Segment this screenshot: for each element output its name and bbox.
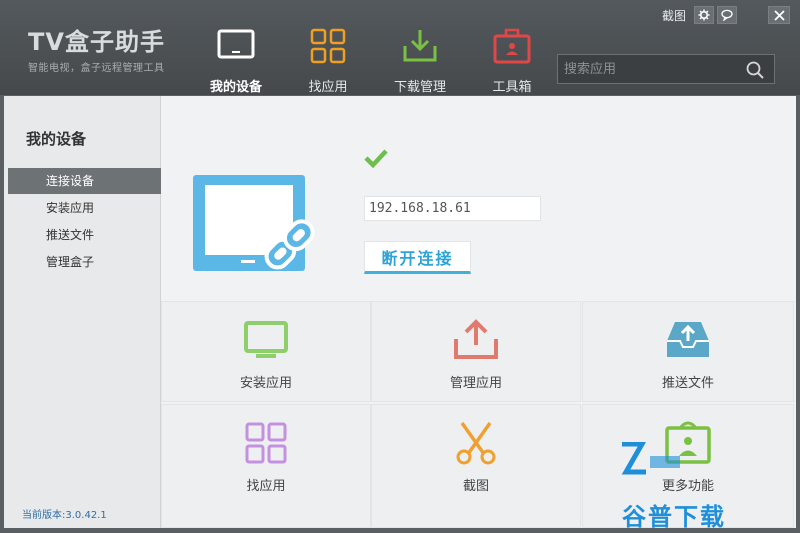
gear-icon[interactable] bbox=[694, 6, 714, 24]
window-controls: 截图 bbox=[662, 5, 800, 25]
tile-label: 找应用 bbox=[246, 479, 286, 494]
nav-label: 找应用 bbox=[308, 80, 348, 95]
app-logo: TV盒子助手 智能电视，盒子远程管理工具 bbox=[28, 22, 165, 74]
grid-icon bbox=[308, 26, 348, 66]
speech-bubble-icon[interactable] bbox=[717, 6, 737, 24]
nav-my-devices[interactable]: 我的设备 bbox=[190, 0, 282, 95]
sidebar-item-connect-device[interactable]: 连接设备 bbox=[8, 168, 161, 194]
tile-label: 推送文件 bbox=[661, 376, 714, 391]
inbox-upload-icon bbox=[663, 316, 713, 364]
disconnect-button[interactable]: 断开连接 bbox=[364, 241, 471, 274]
sidebar-title: 我的设备 bbox=[26, 130, 87, 148]
nav-toolbox[interactable]: 工具箱 bbox=[466, 0, 558, 95]
upload-icon bbox=[451, 316, 501, 364]
sidebar-item-manage-box[interactable]: 管理盒子 bbox=[8, 249, 161, 275]
tile-screenshot[interactable]: 截图 bbox=[371, 404, 581, 528]
nav-label: 我的设备 bbox=[209, 80, 262, 95]
close-icon[interactable] bbox=[768, 6, 790, 24]
toolbox-icon bbox=[492, 26, 532, 66]
search-input[interactable] bbox=[558, 55, 738, 83]
nav-label: 下载管理 bbox=[393, 80, 446, 95]
tile-install-app[interactable]: 安装应用 bbox=[161, 301, 371, 402]
tile-label: 截图 bbox=[462, 479, 489, 494]
watermark-text: 谷普下载 bbox=[622, 503, 726, 531]
version-label: 当前版本:3.0.42.1 bbox=[22, 510, 107, 521]
check-icon bbox=[364, 148, 388, 172]
sidebar-item-push-file[interactable]: 推送文件 bbox=[8, 222, 161, 248]
tile-push-file[interactable]: 推送文件 bbox=[582, 301, 794, 402]
screenshot-link[interactable]: 截图 bbox=[662, 7, 686, 24]
logo-title: TV盒子助手 bbox=[28, 28, 165, 56]
tile-label: 管理应用 bbox=[449, 376, 502, 391]
nav-find-apps[interactable]: 找应用 bbox=[282, 0, 374, 95]
sidebar-item-install-app[interactable]: 安装应用 bbox=[8, 195, 161, 221]
sidebar: 我的设备 连接设备 安装应用 推送文件 管理盒子 当前版本:3.0.42.1 bbox=[4, 96, 161, 528]
download-icon bbox=[400, 26, 440, 66]
watermark-logo bbox=[612, 441, 682, 498]
nav-label: 工具箱 bbox=[492, 80, 532, 95]
monitor-icon bbox=[216, 26, 256, 66]
ip-address-field: 192.168.18.61 bbox=[364, 196, 541, 221]
top-nav: 我的设备 找应用 下载管理 工具箱 bbox=[190, 0, 558, 95]
main-panel: 192.168.18.61 断开连接 安装应用 管理应用 推送文件 找应用 截图… bbox=[161, 96, 796, 528]
search-icon[interactable] bbox=[746, 61, 764, 83]
connected-device-icon bbox=[191, 171, 326, 283]
tile-find-apps[interactable]: 找应用 bbox=[161, 404, 371, 528]
logo-subtitle: 智能电视，盒子远程管理工具 bbox=[28, 63, 165, 74]
feature-grid: 安装应用 管理应用 推送文件 找应用 截图 更多功能 bbox=[161, 301, 796, 528]
search-box bbox=[557, 54, 775, 84]
header: TV盒子助手 智能电视，盒子远程管理工具 我的设备 找应用 下载管理 工具箱 截… bbox=[0, 0, 800, 95]
scissors-icon bbox=[451, 419, 501, 467]
grid-icon bbox=[241, 419, 291, 467]
tile-manage-apps[interactable]: 管理应用 bbox=[371, 301, 581, 402]
tile-label: 安装应用 bbox=[239, 376, 292, 391]
sidebar-list: 连接设备 安装应用 推送文件 管理盒子 bbox=[8, 168, 161, 276]
monitor-icon bbox=[241, 316, 291, 364]
nav-download-manager[interactable]: 下载管理 bbox=[374, 0, 466, 95]
